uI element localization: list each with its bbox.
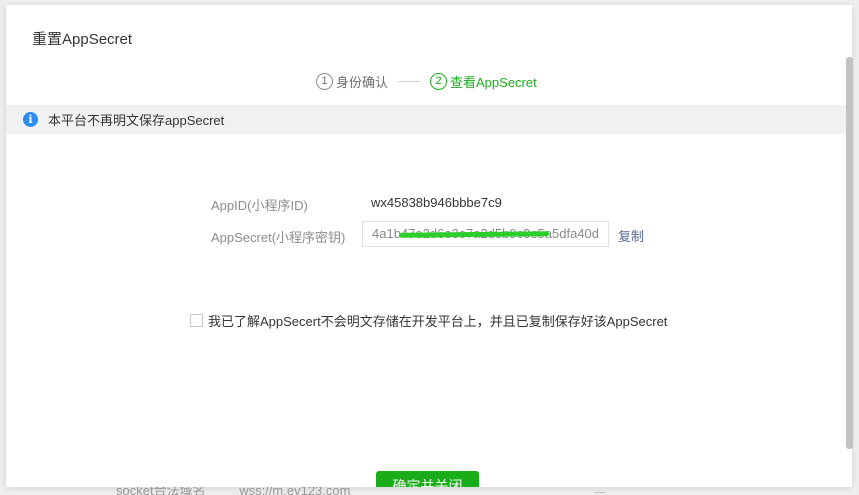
- scrollbar-thumb[interactable]: [846, 57, 853, 449]
- step-2-label: 查看AppSecret: [450, 74, 537, 90]
- agreement-text: 我已了解AppSecert不会明文存储在开发平台上，并且已复制保存好该AppSe…: [208, 314, 668, 329]
- step-2-number: 2: [430, 72, 448, 90]
- step-indicator: 1 身份确认 2 查看AppSecret: [316, 71, 537, 91]
- step-identity-confirm: 1 身份确认: [316, 72, 388, 91]
- dialog-title: 重置AppSecret: [32, 31, 133, 48]
- info-icon: i: [23, 112, 38, 127]
- step-view-appsecret: 2 查看AppSecret: [430, 72, 537, 91]
- step-connector: [398, 80, 421, 82]
- step-1-label: 身份确认: [336, 74, 389, 90]
- appid-label: AppID(小程序ID): [211, 198, 308, 213]
- reset-appsecret-dialog: 重置AppSecret 1 身份确认 2 查看AppSecret i 本平台不再…: [6, 5, 852, 487]
- agreement-checkbox[interactable]: [190, 314, 203, 327]
- agreement-checkbox-row[interactable]: 我已了解AppSecert不会明文存储在开发平台上，并且已复制保存好该AppSe…: [190, 311, 667, 330]
- appid-value: wx45838b946bbbe7c9: [371, 195, 502, 210]
- confirm-close-button[interactable]: 确定并关闭: [376, 471, 479, 487]
- step-1-number: 1: [316, 72, 333, 90]
- notice-bar: i 本平台不再明文保存appSecret: [6, 105, 852, 134]
- appsecret-field[interactable]: 4a1b47e2d6e3e7a2d5b9c3e5a5dfa40d: [362, 221, 609, 247]
- notice-text: 本平台不再明文保存appSecret: [48, 113, 225, 128]
- copy-link[interactable]: 复制: [618, 226, 644, 245]
- appsecret-label: AppSecret(小程序密钥): [211, 230, 346, 245]
